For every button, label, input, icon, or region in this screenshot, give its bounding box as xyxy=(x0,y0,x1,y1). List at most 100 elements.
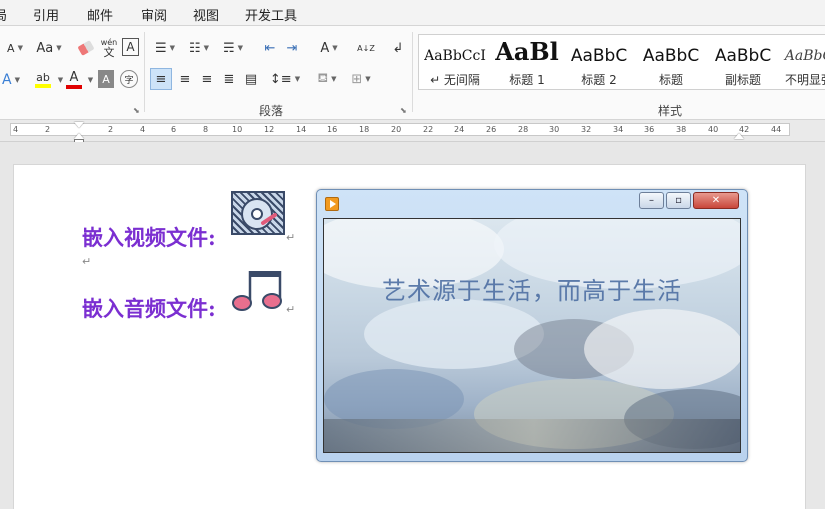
text-effects-button[interactable]: A ▼ xyxy=(0,70,22,90)
align-left-icon: ≡ xyxy=(155,71,167,87)
enclose-characters-icon: 字 xyxy=(124,75,134,86)
dropdown-arrow-icon: ▼ xyxy=(365,75,371,83)
enclose-characters-button[interactable]: 字 xyxy=(120,70,138,88)
dropdown-arrow-icon: ▼ xyxy=(331,75,337,83)
distributed-button[interactable]: ▤ xyxy=(240,68,262,90)
increase-indent-icon: ⇥ xyxy=(286,40,298,56)
dropdown-arrow-icon: ▼ xyxy=(87,76,94,84)
ruler-label: 30 xyxy=(549,125,560,134)
borders-button[interactable]: ⊞ ▼ xyxy=(346,68,376,90)
minimize-button[interactable]: – xyxy=(639,192,664,209)
horizontal-ruler[interactable]: 4 2 2 4 6 8 10 12 14 16 18 20 22 24 26 2… xyxy=(0,120,825,143)
close-button[interactable]: ✕ xyxy=(693,192,739,209)
ruler-label: 38 xyxy=(676,125,687,134)
multilevel-list-button[interactable]: ☴ ▼ xyxy=(218,38,248,58)
paragraph-mark: ↵ xyxy=(286,303,296,316)
dropdown-arrow-icon: ▼ xyxy=(56,44,62,52)
align-center-button[interactable]: ≡ xyxy=(174,68,196,90)
ruler-label: 44 xyxy=(771,125,782,134)
justify-button[interactable]: ≣ xyxy=(218,68,240,90)
ruler-label: 4 xyxy=(140,125,146,134)
video-file-icon[interactable] xyxy=(231,191,285,235)
paragraph-mark: ↵ xyxy=(286,231,296,244)
tab-developer[interactable]: 开发工具 xyxy=(245,5,297,24)
tab-review[interactable]: 审阅 xyxy=(141,5,167,24)
paragraph-mark-icon: ↲ xyxy=(392,40,404,56)
style-name: ↵ 无间隔 xyxy=(430,73,480,87)
show-marks-button[interactable]: ↲ xyxy=(388,38,408,58)
tab-layout-partial[interactable]: 局 xyxy=(0,5,7,24)
shrink-font-button[interactable]: A ▼ xyxy=(6,38,24,58)
maximize-button[interactable]: ▫ xyxy=(666,192,691,209)
minimize-icon: – xyxy=(649,195,654,206)
phonetic-guide-bottom: 文 xyxy=(103,46,115,59)
sort-button[interactable]: A↓Z xyxy=(356,38,376,58)
bullets-icon: ☰ xyxy=(154,40,167,56)
font-color-button[interactable]: A xyxy=(64,68,84,92)
paragraph-group-label: 段落 xyxy=(259,104,284,118)
player-titlebar[interactable]: – ▫ ✕ xyxy=(317,190,747,217)
line-spacing-button[interactable]: ↕≡ ▼ xyxy=(270,68,300,90)
font-color-dropdown[interactable]: ▼ xyxy=(84,71,94,89)
player-app-icon xyxy=(325,197,339,211)
font-color-swatch xyxy=(66,85,82,89)
change-case-icon: Aa xyxy=(36,40,54,56)
right-indent-marker[interactable] xyxy=(734,133,744,139)
paragraph-mark: ↵ xyxy=(82,255,92,268)
first-line-indent-marker[interactable] xyxy=(74,122,84,128)
distributed-icon: ▤ xyxy=(244,71,258,87)
tab-references[interactable]: 引用 xyxy=(33,5,59,24)
dropdown-arrow-icon: ▼ xyxy=(14,76,20,84)
clear-formatting-button[interactable] xyxy=(76,38,96,58)
numbering-button[interactable]: ☷ ▼ xyxy=(184,38,214,58)
highlighter-icon: ab xyxy=(36,71,50,84)
align-right-icon: ≡ xyxy=(201,71,213,87)
shading-button[interactable]: ⛾ ▼ xyxy=(312,68,342,90)
highlight-dropdown[interactable]: ▼ xyxy=(54,71,64,89)
ribbon-tab-bar: 局 引用 邮件 审阅 视图 开发工具 xyxy=(0,0,825,26)
increase-indent-button[interactable]: ⇥ xyxy=(282,38,302,58)
character-border-button[interactable]: A xyxy=(122,38,139,56)
paragraph-dialog-launcher-icon[interactable]: ⬊ xyxy=(400,106,407,115)
tab-mailings[interactable]: 邮件 xyxy=(87,5,113,24)
phonetic-guide-button[interactable]: wén 文 xyxy=(100,37,118,59)
style-no-spacing[interactable]: AaBbCcI ↵ 无间隔 xyxy=(419,35,491,89)
ruler-label: 26 xyxy=(486,125,497,134)
ruler-label: 22 xyxy=(423,125,434,134)
style-sample: AaBbC xyxy=(784,48,825,64)
paint-bucket-icon: ⛾ xyxy=(317,70,329,86)
decrease-indent-button[interactable]: ⇤ xyxy=(260,38,280,58)
music-note-icon[interactable] xyxy=(231,265,289,313)
multilevel-list-icon: ☴ xyxy=(222,40,235,56)
numbering-icon: ☷ xyxy=(188,40,201,56)
text-effects-icon: A xyxy=(2,72,12,88)
tab-view[interactable]: 视图 xyxy=(193,5,219,24)
style-name: 不明显强 xyxy=(784,73,825,87)
style-heading-1[interactable]: AaBl 标题 1 xyxy=(491,35,563,89)
align-right-button[interactable]: ≡ xyxy=(196,68,218,90)
ruler-label: 40 xyxy=(708,125,719,134)
line-spacing-icon: ↕≡ xyxy=(269,71,292,87)
style-heading-2[interactable]: AaBbC 标题 2 xyxy=(563,35,635,89)
video-frame[interactable]: 艺术源于生活，而高于生活 xyxy=(323,218,741,453)
character-shading-button[interactable]: A xyxy=(98,70,114,88)
borders-icon: ⊞ xyxy=(351,71,363,87)
embedded-media-player[interactable]: – ▫ ✕ 艺术源于生活，而高于生活 xyxy=(316,189,748,462)
style-subtitle[interactable]: AaBbC 副标题 xyxy=(707,35,779,89)
style-title[interactable]: AaBbC 标题 xyxy=(635,35,707,89)
style-name: 标题 1 xyxy=(509,73,545,87)
ruler-label: 36 xyxy=(644,125,655,134)
ruler-label: 12 xyxy=(264,125,275,134)
chinese-layout-button[interactable]: A ▼ xyxy=(314,38,344,58)
close-icon: ✕ xyxy=(711,195,721,206)
change-case-button[interactable]: Aa ▼ xyxy=(34,38,64,58)
font-dialog-launcher-icon[interactable]: ⬊ xyxy=(133,106,140,115)
sort-icon: A↓Z xyxy=(357,43,375,53)
align-left-button[interactable]: ≡ xyxy=(150,68,172,90)
ruler-label: 24 xyxy=(454,125,465,134)
bullets-button[interactable]: ☰ ▼ xyxy=(150,38,180,58)
style-sample: AaBbC xyxy=(570,46,628,66)
audio-embed-label: 嵌入音频文件: xyxy=(82,296,216,321)
group-separator xyxy=(412,32,413,112)
style-subtle-emphasis[interactable]: AaBbC 不明显强 xyxy=(779,35,825,89)
